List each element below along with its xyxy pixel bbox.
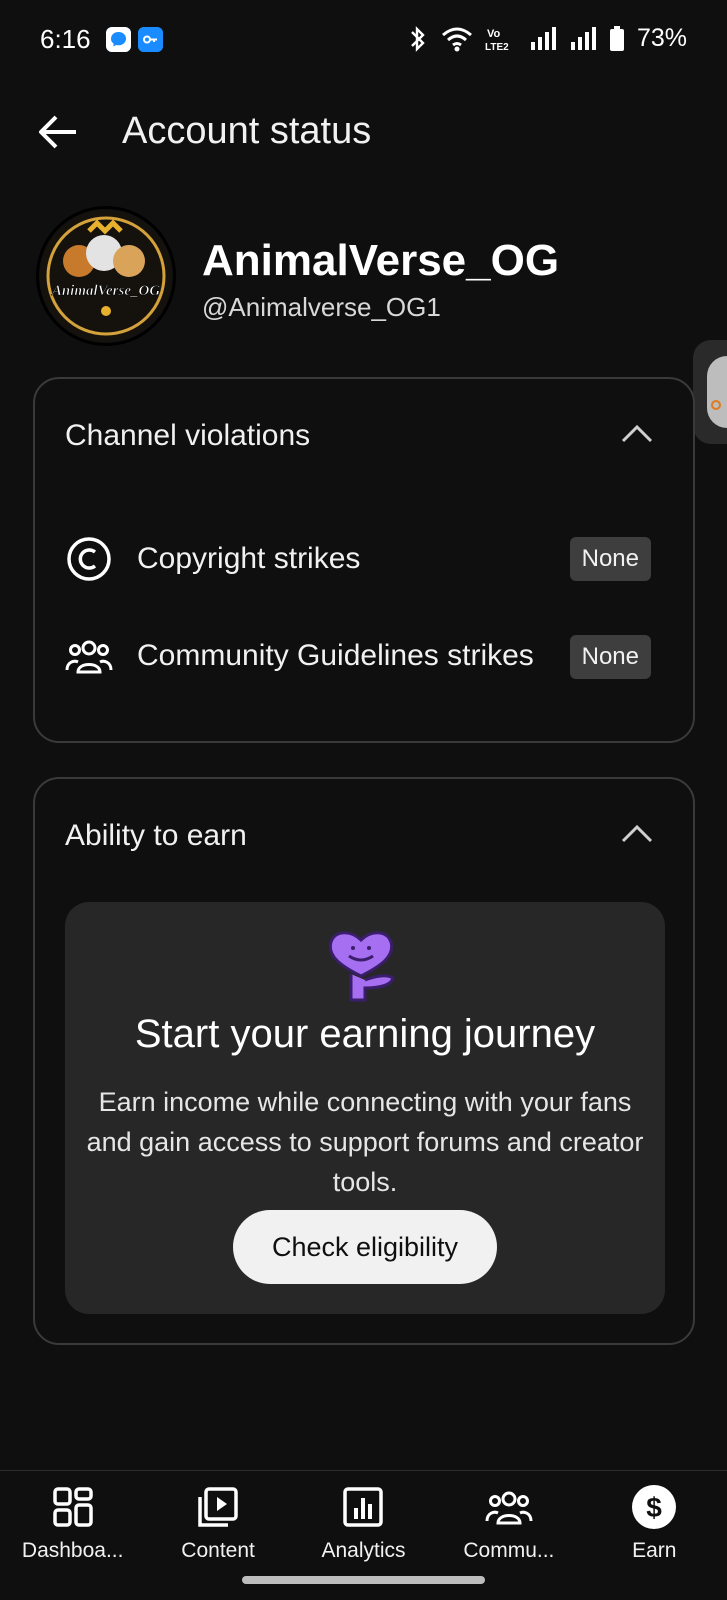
ability-to-earn-title: Ability to earn — [65, 819, 247, 852]
dollar-icon: $ — [630, 1483, 678, 1531]
volte-icon: Vo LTE2 — [485, 28, 509, 53]
nav-label: Dashboa... — [21, 1539, 124, 1562]
status-badge: None — [569, 537, 651, 581]
svg-text:Vo: Vo — [487, 28, 501, 40]
status-bar: 6:16 Vo LTE2 73% — [0, 0, 727, 80]
earning-journey-description: Earn income while connecting with your f… — [86, 1087, 644, 1197]
signal-icon — [530, 26, 556, 50]
community-icon — [65, 632, 113, 680]
nav-dashboard[interactable]: Dashboa... — [0, 1471, 145, 1600]
back-button[interactable] — [30, 104, 86, 160]
nav-label: Content — [181, 1539, 255, 1562]
home-indicator[interactable] — [242, 1576, 485, 1584]
battery-icon — [609, 25, 624, 51]
app-icon — [138, 27, 163, 52]
wifi-icon — [441, 27, 472, 51]
status-icons: Vo LTE2 73% — [407, 24, 687, 53]
collapse-violations-button[interactable] — [619, 419, 655, 449]
messenger-icon — [106, 27, 131, 52]
channel-avatar[interactable]: AnimalVerse_OG — [36, 206, 176, 346]
channel-violations-title: Channel violations — [65, 419, 311, 452]
community-guidelines-strikes-label: Community Guidelines strikes — [137, 639, 534, 672]
nav-label: Commu... — [463, 1539, 555, 1562]
chevron-up-icon — [621, 424, 653, 443]
signal-icon — [570, 26, 596, 50]
analytics-icon — [339, 1483, 387, 1531]
check-eligibility-button[interactable]: Check eligibility — [233, 1210, 497, 1284]
floating-bubble-handle[interactable] — [693, 340, 727, 444]
copyright-strikes-row: Copyright strikes None — [65, 529, 651, 589]
status-time: 6:16 — [40, 24, 91, 54]
community-guidelines-strikes-row: Community Guidelines strikes None — [65, 615, 651, 697]
svg-text:LTE2: LTE2 — [485, 42, 509, 53]
earning-journey-heading: Start your earning journey — [134, 1012, 596, 1056]
copyright-icon — [65, 535, 113, 583]
ability-to-earn-card: Ability to earn Start your earning journ… — [33, 777, 695, 1345]
community-icon — [485, 1483, 533, 1531]
heart-character-illustration — [328, 931, 395, 1002]
channel-violations-card: Channel violations Copyright strikes Non… — [33, 377, 695, 743]
svg-text:$: $ — [646, 1492, 662, 1523]
status-badge: None — [569, 635, 651, 679]
battery-percentage: 73% — [636, 24, 687, 52]
bluetooth-icon — [411, 25, 425, 52]
nav-label: Earn — [632, 1539, 677, 1562]
content-icon — [194, 1483, 242, 1531]
channel-name: AnimalVerse_OG — [202, 236, 560, 285]
copyright-strikes-label: Copyright strikes — [137, 542, 361, 575]
earning-journey-panel: Start your earning journey Earn income w… — [65, 902, 665, 1314]
app-header: Account status — [0, 100, 727, 164]
chevron-up-icon — [621, 824, 653, 843]
nav-label: Analytics — [321, 1539, 406, 1562]
page-title: Account status — [122, 110, 372, 152]
collapse-earn-button[interactable] — [619, 819, 655, 849]
dashboard-icon — [49, 1483, 97, 1531]
avatar-logo-text: AnimalVerse_OG — [51, 283, 161, 299]
channel-handle: @Animalverse_OG1 — [202, 292, 441, 322]
nav-earn[interactable]: $ Earn — [582, 1471, 727, 1600]
arrow-left-icon — [39, 115, 76, 149]
